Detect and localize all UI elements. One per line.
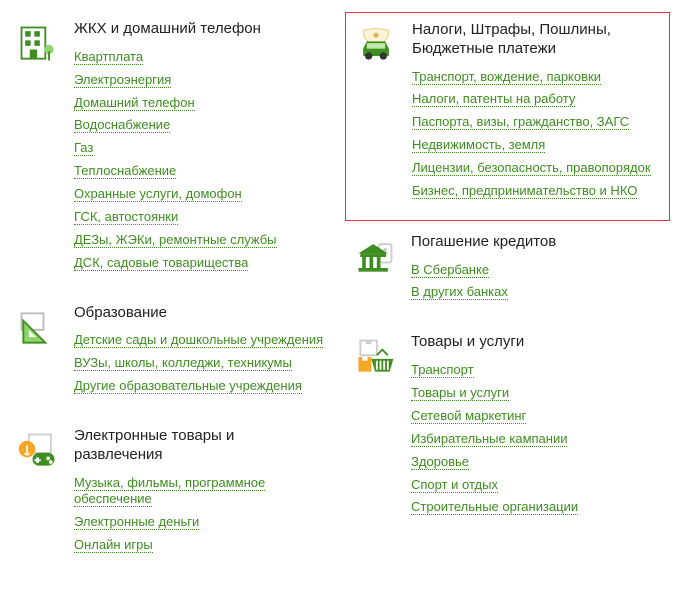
link-item[interactable]: Детские сады и дошкольные учреждения [74,332,323,348]
link-item[interactable]: Водоснабжение [74,117,170,133]
category-title: Образование [74,304,327,323]
category-title: Погашение кредитов [411,233,664,252]
link-item[interactable]: Строительные организации [411,499,578,515]
category-title: Электронные товары и развлечения [74,427,327,465]
link-item[interactable]: Охранные услуги, домофон [74,186,242,202]
category-utilities: ЖКХ и домашний телефон Квартплата Электр… [8,12,333,292]
category-content: Налоги, Штрафы, Пошлины, Бюджетные плате… [412,21,663,206]
link-item[interactable]: Музыка, фильмы, программное обеспечение [74,475,265,508]
category-links: В Сбербанке В других банках [411,262,664,302]
category-loans: Погашение кредитов В Сбербанке В других … [345,225,670,322]
category-links: Транспорт Товары и услуги Сетевой маркет… [411,362,664,516]
link-item[interactable]: Онлайн игры [74,537,153,553]
link-item[interactable]: Сетевой маркетинг [411,408,526,424]
link-item[interactable]: Другие образовательные учреждения [74,378,302,394]
category-links: Транспорт, вождение, парковки Налоги, па… [412,69,663,200]
link-item[interactable]: Товары и услуги [411,385,509,401]
category-title: Налоги, Штрафы, Пошлины, Бюджетные плате… [412,21,663,59]
car-emblem-icon [352,21,400,69]
link-item[interactable]: Налоги, патенты на работу [412,91,575,107]
link-item[interactable]: Электронные деньги [74,514,199,530]
link-item[interactable]: Теплоснабжение [74,163,176,179]
link-item[interactable]: Избирательные кампании [411,431,567,447]
column-right: Налоги, Штрафы, Пошлины, Бюджетные плате… [345,12,670,578]
category-content: Товары и услуги Транспорт Товары и услуг… [411,333,664,522]
link-item[interactable]: В других банках [411,284,508,300]
link-item[interactable]: Квартплата [74,49,143,65]
category-links: Музыка, фильмы, программное обеспечение … [74,475,327,555]
link-item[interactable]: Электроэнергия [74,72,171,88]
link-item[interactable]: В Сбербанке [411,262,489,278]
category-content: Электронные товары и развлечения Музыка,… [74,427,327,560]
link-item[interactable]: Газ [74,140,93,156]
column-left: ЖКХ и домашний телефон Квартплата Электр… [8,12,333,578]
shopping-basket-icon [351,333,399,381]
link-item[interactable]: Паспорта, визы, гражданство, ЗАГС [412,114,629,130]
link-item[interactable]: ВУЗы, школы, колледжи, техникумы [74,355,292,371]
link-item[interactable]: Лицензии, безопасность, правопорядок [412,160,651,176]
category-content: Образование Детские сады и дошкольные уч… [74,304,327,401]
link-item[interactable]: Здоровье [411,454,469,470]
category-goods: Товары и услуги Транспорт Товары и услуг… [345,325,670,536]
category-grid: ЖКХ и домашний телефон Квартплата Электр… [8,12,670,578]
category-links: Квартплата Электроэнергия Домашний телеф… [74,49,327,272]
category-title: ЖКХ и домашний телефон [74,20,327,39]
link-item[interactable]: Транспорт [411,362,474,378]
ruler-triangle-icon [14,304,62,352]
link-item[interactable]: ДЕЗы, ЖЭКи, ремонтные службы [74,232,277,248]
building-icon [14,20,62,68]
link-item[interactable]: Недвижимость, земля [412,137,545,153]
category-content: ЖКХ и домашний телефон Квартплата Электр… [74,20,327,278]
link-item[interactable]: ДСК, садовые товарищества [74,255,248,271]
category-title: Товары и услуги [411,333,664,352]
gamepad-music-icon [14,427,62,475]
category-entertainment: Электронные товары и развлечения Музыка,… [8,419,333,574]
category-taxes: Налоги, Штрафы, Пошлины, Бюджетные плате… [345,12,670,221]
link-item[interactable]: Бизнес, предпринимательство и НКО [412,183,637,199]
link-item[interactable]: Домашний телефон [74,95,195,111]
category-content: Погашение кредитов В Сбербанке В других … [411,233,664,308]
bank-icon [351,233,399,281]
category-links: Детские сады и дошкольные учреждения ВУЗ… [74,332,327,395]
category-education: Образование Детские сады и дошкольные уч… [8,296,333,415]
link-item[interactable]: ГСК, автостоянки [74,209,178,225]
link-item[interactable]: Транспорт, вождение, парковки [412,69,601,85]
link-item[interactable]: Спорт и отдых [411,477,498,493]
